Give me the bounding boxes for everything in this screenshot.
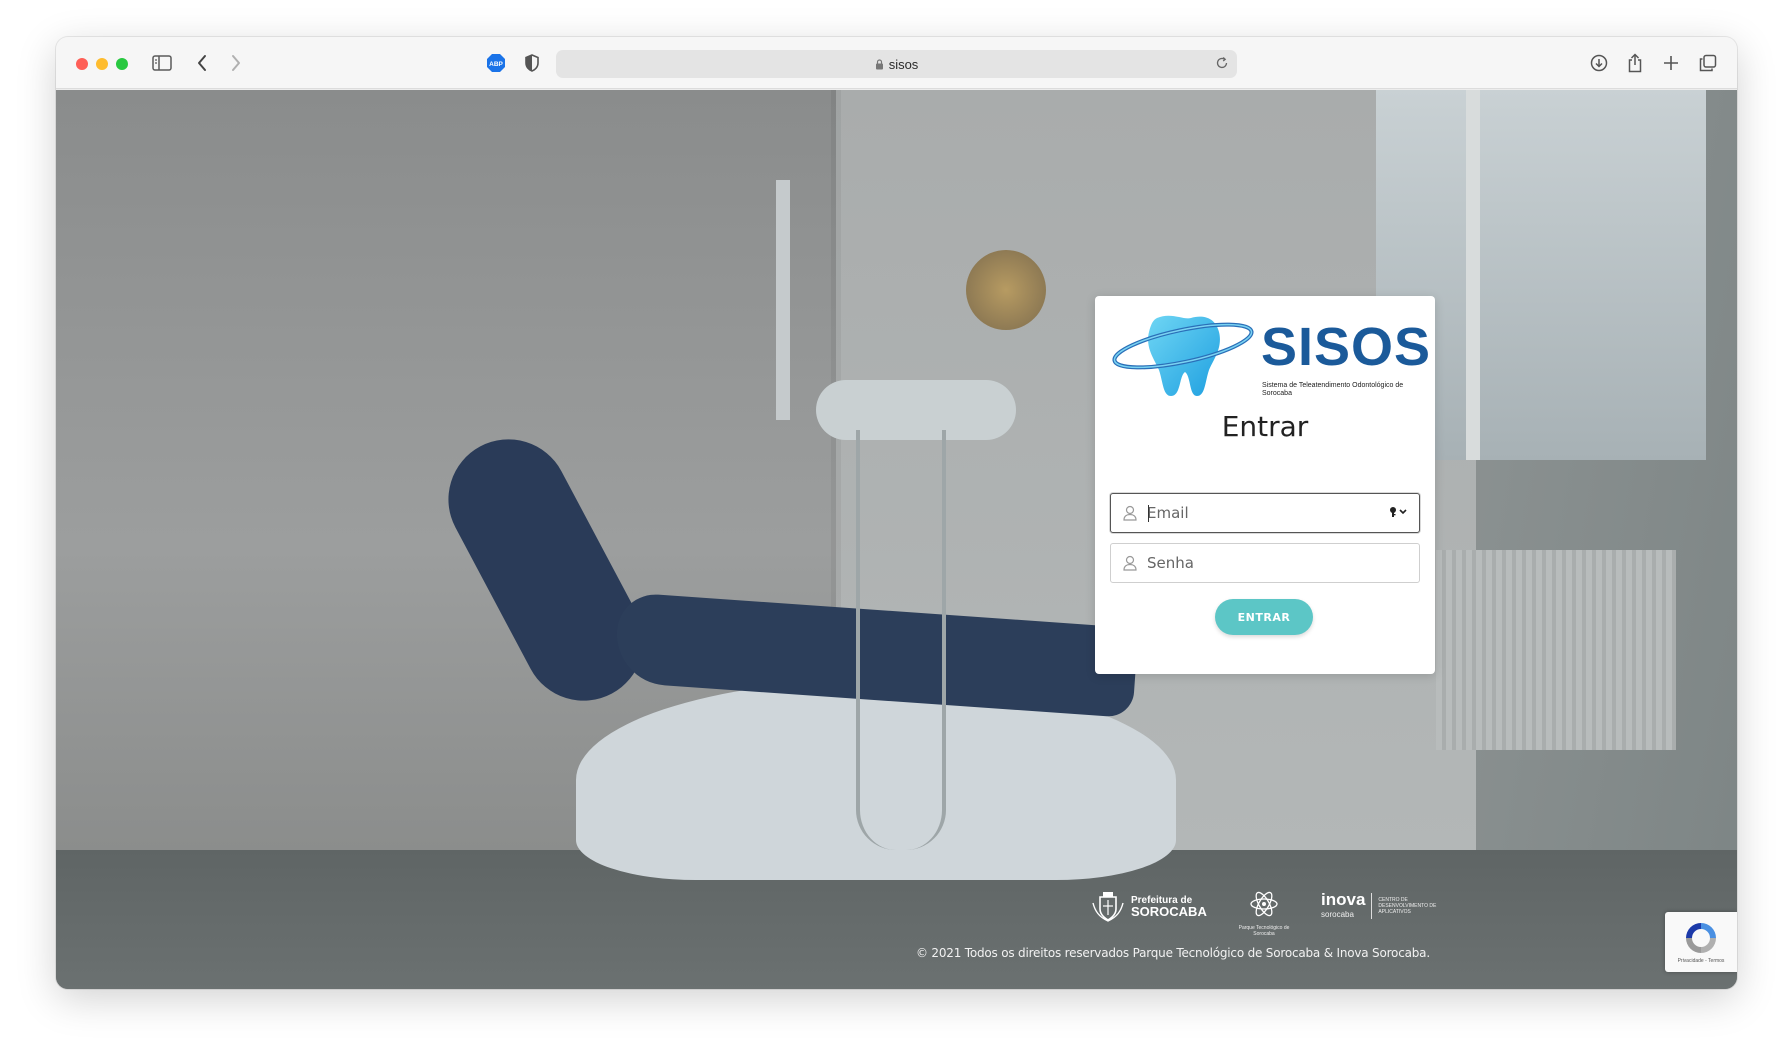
- address-bar[interactable]: sisos: [556, 50, 1237, 78]
- login-submit-button[interactable]: ENTRAR: [1215, 599, 1313, 635]
- sidebar-toggle-icon[interactable]: [150, 51, 174, 75]
- login-card: SISOS Sistema de Teleatendimento Odontol…: [1095, 296, 1435, 674]
- password-field[interactable]: [1110, 543, 1420, 583]
- back-icon[interactable]: [190, 51, 214, 75]
- recaptcha-icon: [1686, 923, 1716, 953]
- partner-logos: Prefeitura de SOROCABA Parque Tecnológic…: [1091, 890, 1438, 937]
- adblock-label: ABP: [489, 61, 503, 68]
- atom-icon: [1250, 891, 1278, 917]
- tooth-logo-icon: [1112, 315, 1254, 396]
- zoom-window-button[interactable]: [116, 58, 128, 70]
- lock-icon: [875, 58, 884, 70]
- email-input[interactable]: [1147, 494, 1387, 532]
- parque-label: Parque Tecnológico de Sorocaba: [1238, 925, 1290, 937]
- share-icon[interactable]: [1623, 51, 1647, 75]
- new-tab-icon[interactable]: [1659, 51, 1683, 75]
- sisos-logo: SISOS Sistema de Teleatendimento Odontol…: [1109, 310, 1430, 400]
- forward-icon[interactable]: [224, 51, 248, 75]
- password-input[interactable]: [1147, 544, 1387, 582]
- parque-tecnologico-logo: Parque Tecnológico de Sorocaba: [1229, 890, 1299, 937]
- coat-of-arms-icon: [1092, 892, 1124, 922]
- recaptcha-badge[interactable]: Privacidade - Termos: [1665, 912, 1737, 972]
- prefeitura-line2: SOROCABA: [1131, 904, 1207, 919]
- inova-sub: sorocaba: [1321, 910, 1354, 919]
- password-autofill-key-icon[interactable]: [1389, 506, 1409, 518]
- inova-centro: CENTRO DE DESENVOLVIMENTO DE APLICATIVOS: [1378, 896, 1437, 915]
- adblock-extension-icon[interactable]: ABP: [484, 51, 508, 75]
- login-title: Entrar: [1221, 410, 1309, 443]
- minimize-window-button[interactable]: [96, 58, 108, 70]
- logo-subtitle: Sistema de Teleatendimento Odontológico …: [1262, 382, 1404, 397]
- privacy-shield-icon[interactable]: [520, 51, 544, 75]
- text-caret: [1148, 505, 1149, 522]
- close-window-button[interactable]: [76, 58, 88, 70]
- copyright-text: © 2021 Todos os direitos reservados Parq…: [916, 946, 1430, 960]
- user-icon: [1123, 505, 1137, 526]
- email-field[interactable]: [1110, 493, 1420, 533]
- inova-name: inova: [1321, 890, 1366, 909]
- prefeitura-logo: Prefeitura de SOROCABA: [1091, 890, 1207, 924]
- user-icon: [1123, 555, 1137, 576]
- recaptcha-terms[interactable]: Privacidade - Termos: [1665, 958, 1737, 964]
- logo-title: SISOS: [1261, 317, 1432, 377]
- page-viewport: SISOS Sistema de Teleatendimento Odontol…: [56, 90, 1737, 989]
- browser-window: ABP sisos SISOS Sistema de Teleatendimen…: [56, 37, 1737, 989]
- browser-toolbar: ABP sisos: [56, 37, 1737, 89]
- tab-overview-icon[interactable]: [1696, 51, 1720, 75]
- address-bar-url: sisos: [888, 56, 919, 72]
- inova-logo: inova sorocaba CENTRO DE DESENVOLVIMENTO…: [1321, 890, 1438, 919]
- downloads-icon[interactable]: [1587, 51, 1611, 75]
- reload-icon[interactable]: [1215, 56, 1229, 70]
